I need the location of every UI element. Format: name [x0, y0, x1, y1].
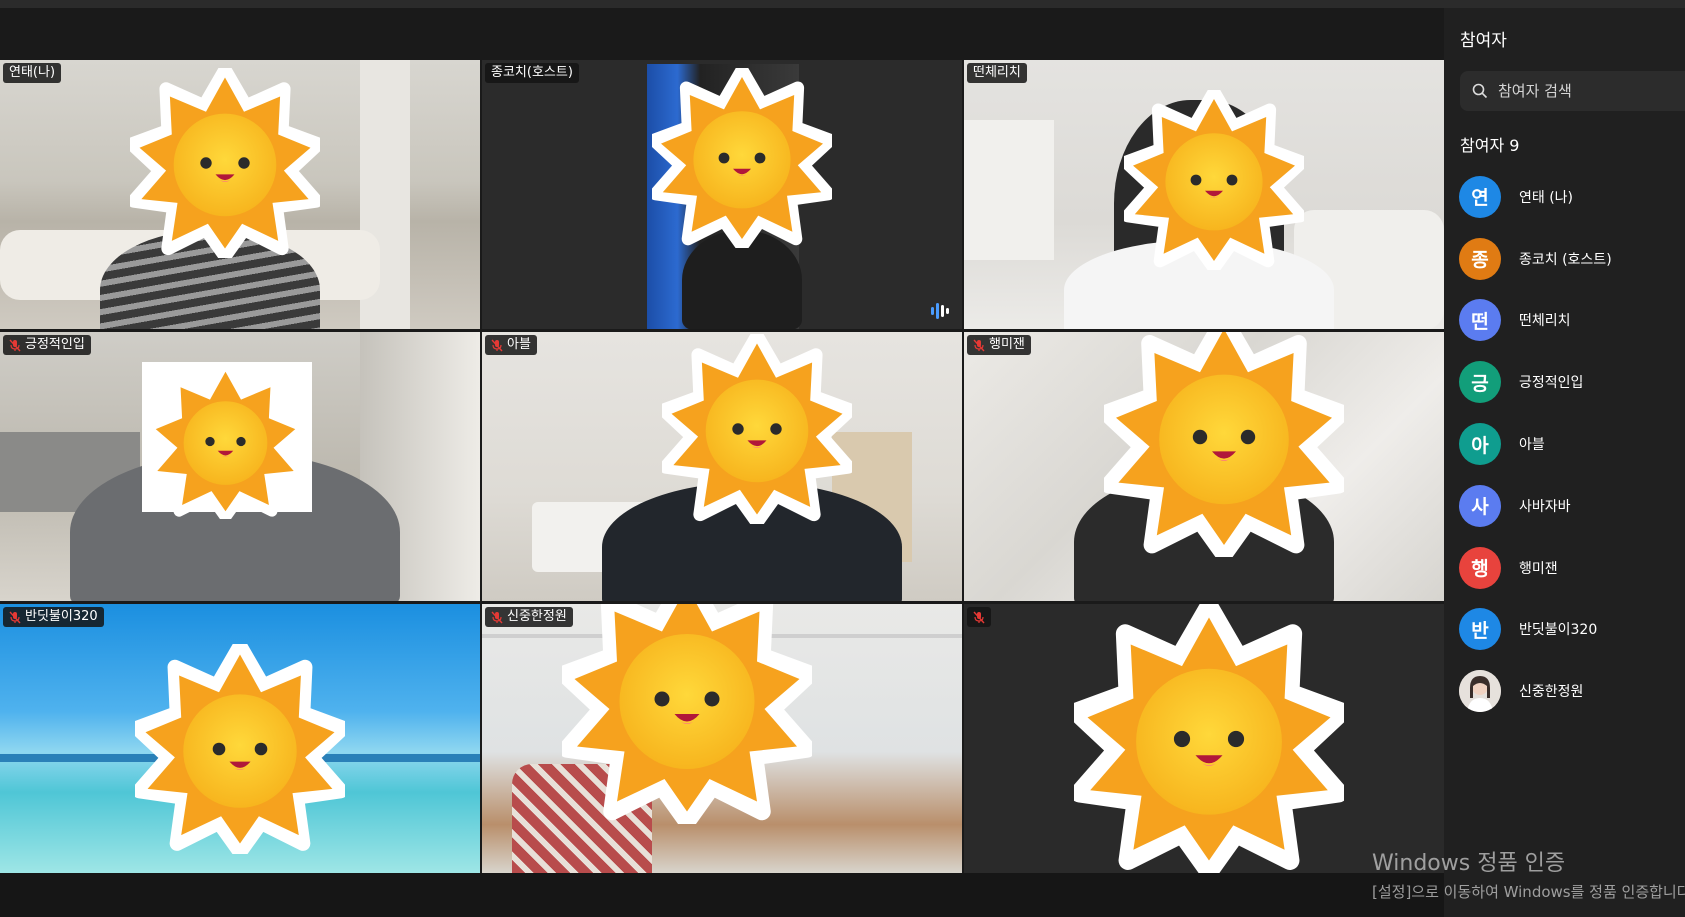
sun-sticker-icon — [135, 644, 345, 854]
search-input[interactable] — [1498, 82, 1678, 100]
top-bar — [0, 0, 1685, 8]
video-tile[interactable]: 연태(나) — [0, 60, 480, 329]
participant-name: 신중한정원 — [1519, 684, 1584, 701]
participant-list: 연 연태 (나) 종 종코치 (호스트) 떤 떤체리치 긍 긍정적인입 아 아블… — [1459, 166, 1685, 722]
sun-sticker-icon — [1104, 332, 1344, 557]
participants-panel: 참여자 참여자 9 연 연태 (나) 종 종코치 (호스트) 떤 떤체리치 긍 … — [1444, 8, 1685, 917]
video-tile[interactable]: 행미잰 — [964, 332, 1444, 601]
speaking-indicator-icon — [931, 303, 949, 319]
mic-muted-icon — [491, 611, 503, 623]
search-icon — [1472, 83, 1488, 99]
list-item[interactable]: 떤 떤체리치 — [1459, 290, 1685, 352]
participant-nametag — [967, 607, 991, 627]
sun-sticker-icon — [130, 68, 320, 258]
participant-nametag: 긍정적인입 — [3, 335, 91, 355]
list-item[interactable]: 긍 긍정적인입 — [1459, 351, 1685, 413]
video-tile[interactable]: 긍정적인입 — [0, 332, 480, 601]
watermark-subtitle: [설정]으로 이동하여 Windows를 정품 인증합니다. — [1372, 883, 1685, 901]
mic-muted-icon — [973, 339, 985, 351]
participant-nametag: 반딧불이320 — [3, 607, 104, 627]
list-item[interactable]: 행 행미잰 — [1459, 537, 1685, 599]
participant-nametag: 신중한정원 — [485, 607, 573, 627]
list-item[interactable]: 사 사바자바 — [1459, 475, 1685, 537]
avatar: 연 — [1459, 175, 1501, 218]
video-tile[interactable] — [964, 604, 1444, 873]
panel-title: 참여자 — [1460, 31, 1507, 51]
list-item[interactable]: 반 반딧불이320 — [1459, 599, 1685, 661]
sun-sticker-icon — [1124, 90, 1304, 270]
participant-nametag: 행미잰 — [967, 335, 1031, 355]
avatar: 긍 — [1459, 361, 1501, 404]
mic-muted-icon — [973, 611, 985, 623]
participant-name: 떤체리치 — [1519, 313, 1571, 330]
video-tile-active-speaker[interactable]: 종코치(호스트) — [482, 60, 962, 329]
participant-search[interactable] — [1460, 71, 1685, 111]
mic-muted-icon — [491, 339, 503, 351]
video-grid: 연태(나) 종코치(호스트) 떤체리치 긍정적인입 아블 행미잰 반딧불이320… — [0, 60, 1444, 873]
participant-name: 행미잰 — [1519, 560, 1558, 577]
participant-nametag: 종코치(호스트) — [485, 63, 579, 83]
participant-name: 사바자바 — [1519, 498, 1571, 515]
avatar: 아 — [1459, 423, 1501, 466]
list-item[interactable]: 아 아블 — [1459, 413, 1685, 475]
participant-name: 종코치 (호스트) — [1519, 251, 1612, 268]
bottom-bar — [0, 873, 1444, 917]
list-item[interactable]: 신중한정원 — [1459, 660, 1685, 722]
avatar: 사 — [1459, 484, 1501, 527]
list-item[interactable]: 종 종코치 (호스트) — [1459, 228, 1685, 290]
participant-nametag: 연태(나) — [3, 63, 62, 83]
participant-name: 긍정적인입 — [1519, 375, 1584, 392]
avatar: 떤 — [1459, 299, 1501, 342]
mic-muted-icon — [9, 339, 21, 351]
participant-count: 참여자 9 — [1460, 136, 1520, 155]
avatar-photo — [1459, 670, 1501, 713]
user-photo-icon — [1459, 670, 1501, 713]
participant-name: 아블 — [1519, 437, 1545, 454]
video-tile[interactable]: 신중한정원 — [482, 604, 962, 873]
sun-sticker-icon — [1074, 604, 1344, 873]
sun-sticker-icon — [662, 334, 852, 524]
sun-sticker-icon — [148, 364, 303, 519]
avatar: 종 — [1459, 237, 1501, 280]
sun-sticker-icon — [562, 604, 812, 824]
sun-sticker-icon — [652, 68, 832, 248]
avatar: 행 — [1459, 546, 1501, 589]
list-item[interactable]: 연 연태 (나) — [1459, 166, 1685, 228]
participant-nametag: 아블 — [485, 335, 537, 355]
windows-activation-watermark: Windows 정품 인증 [설정]으로 이동하여 Windows를 정품 인증… — [1372, 845, 1685, 901]
participant-name: 연태 (나) — [1519, 189, 1574, 206]
mic-muted-icon — [9, 611, 21, 623]
video-tile[interactable]: 아블 — [482, 332, 962, 601]
watermark-title: Windows 정품 인증 — [1372, 851, 1566, 876]
video-tile[interactable]: 떤체리치 — [964, 60, 1444, 329]
avatar: 반 — [1459, 608, 1501, 651]
participant-nametag: 떤체리치 — [967, 63, 1027, 83]
video-tile[interactable]: 반딧불이320 — [0, 604, 480, 873]
participant-name: 반딧불이320 — [1519, 622, 1598, 639]
